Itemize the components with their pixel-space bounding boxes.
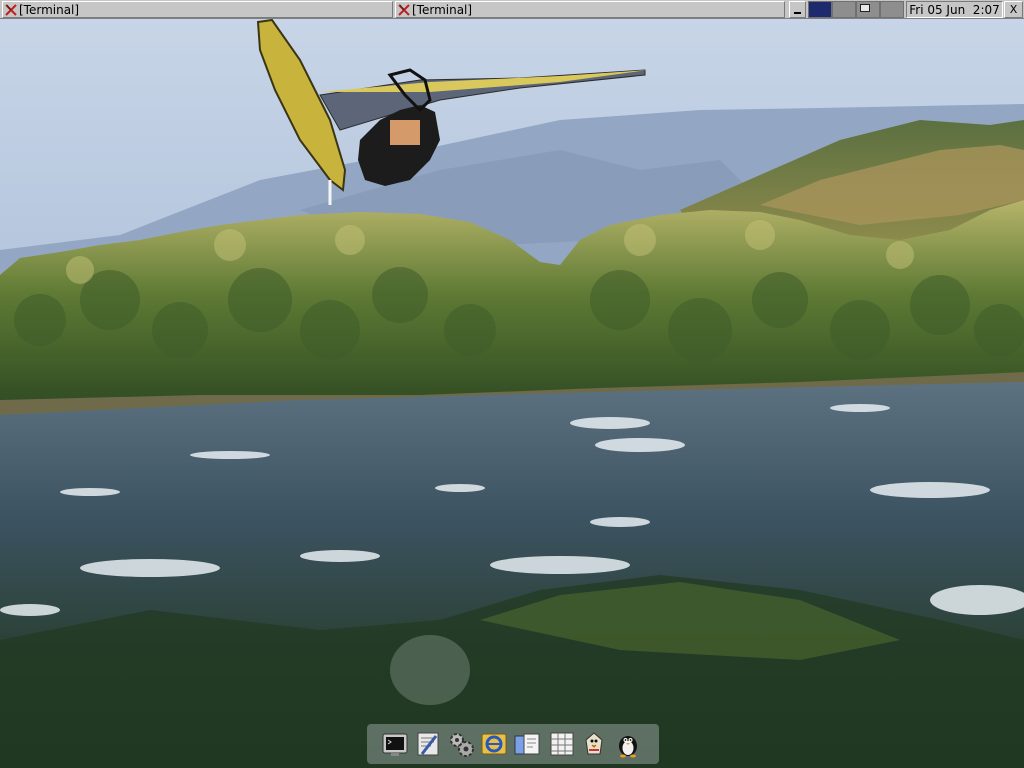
pager-desktop-3[interactable] (856, 1, 880, 18)
launcher-dock (367, 724, 659, 764)
taskbar-task-terminal-2[interactable]: [Terminal] (395, 1, 785, 18)
x-window-icon (398, 3, 410, 16)
task-label: [Terminal] (412, 2, 473, 17)
settings-gears-icon[interactable] (447, 730, 475, 758)
pager-desktop-4[interactable] (880, 1, 904, 18)
minimize-icon (794, 12, 801, 14)
documents-icon[interactable] (513, 730, 541, 758)
text-editor-icon[interactable] (414, 730, 442, 758)
task-label: [Terminal] (19, 2, 80, 17)
mail-icon[interactable] (580, 730, 608, 758)
penguin-icon[interactable] (614, 730, 642, 758)
close-button[interactable]: X (1004, 1, 1023, 18)
clock[interactable]: Fri 05 Jun 2:07 (906, 1, 1003, 18)
minimize-all-button[interactable] (789, 1, 806, 18)
pager-window-thumbnail (860, 4, 870, 12)
desktop-wallpaper (0, 0, 1024, 768)
top-panel: [Terminal] [Terminal] Fri 05 Jun 2:07 X (0, 0, 1024, 19)
spreadsheet-icon[interactable] (548, 730, 576, 758)
web-browser-icon[interactable] (480, 730, 508, 758)
taskbar-task-terminal-1[interactable]: [Terminal] (2, 1, 393, 18)
terminal-icon[interactable] (381, 730, 409, 758)
x-window-icon (5, 3, 17, 16)
pager-desktop-2[interactable] (832, 1, 856, 18)
pager-desktop-1[interactable] (808, 1, 832, 18)
